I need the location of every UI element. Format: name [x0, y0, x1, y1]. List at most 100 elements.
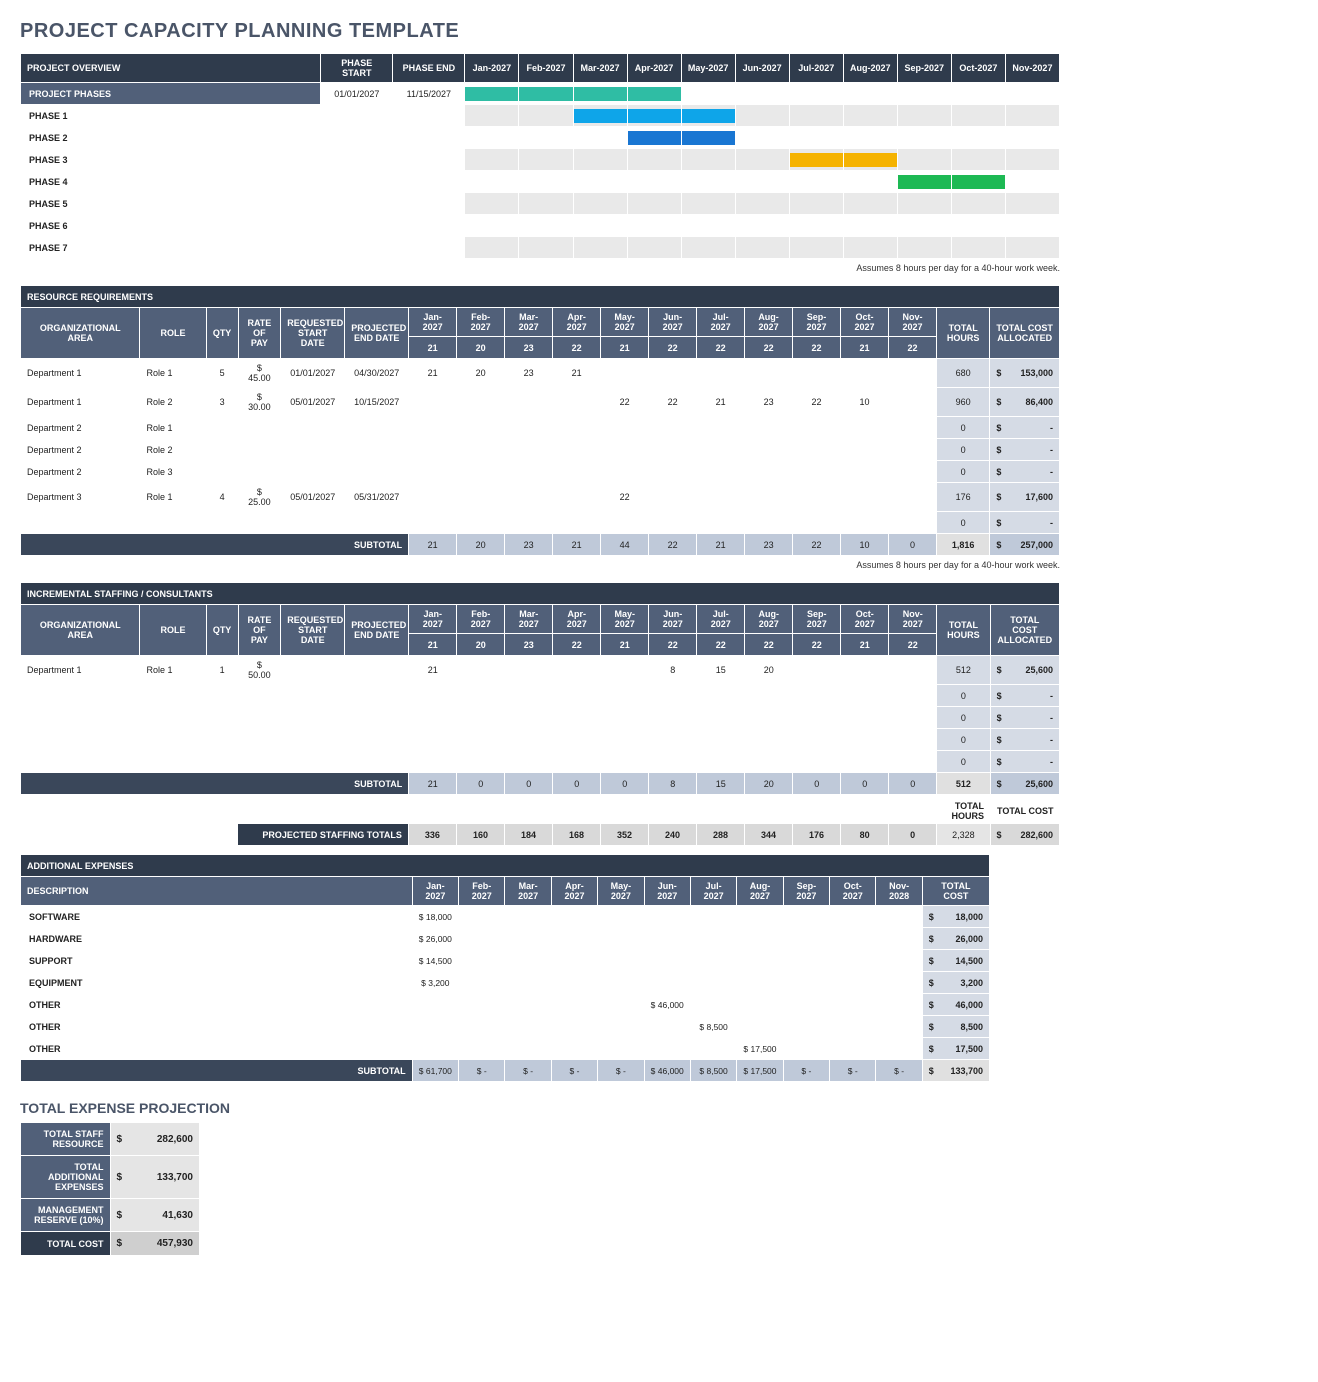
month-header: Aug-2027: [843, 54, 897, 83]
month-cell: [793, 461, 841, 483]
month-cell: [553, 685, 601, 707]
rate-cell: [238, 417, 281, 439]
total-hours-cell: 0: [937, 512, 990, 534]
month-cell: [457, 417, 505, 439]
month-cell: 21: [697, 388, 745, 417]
expense-month: [551, 906, 597, 928]
month-cell: [505, 729, 553, 751]
expense-month: [876, 950, 922, 972]
month-header: Oct-2027: [830, 877, 876, 906]
gantt-cell: [519, 105, 573, 127]
month-cell: [889, 439, 937, 461]
month-cell: [553, 512, 601, 534]
month-header: Jun-2027: [649, 605, 697, 634]
projected-month: 336: [408, 824, 456, 846]
subtotal-month: 15: [697, 773, 745, 795]
assumption-note: Assumes 8 hours per day for a 40-hour wo…: [20, 263, 1060, 273]
total-hours-label: TOTAL HOURS: [937, 799, 990, 824]
expense-month: [876, 972, 922, 994]
month-cell: 20: [457, 359, 505, 388]
col-role: ROLE: [140, 605, 206, 656]
month-cell: [841, 707, 889, 729]
col-rate: RATE OF PAY: [238, 308, 281, 359]
gantt-cell: [735, 193, 789, 215]
qty-cell: 3: [206, 388, 238, 417]
phase-end-cell: [393, 149, 465, 171]
gantt-cell: [843, 237, 897, 259]
gantt-cell: [1005, 237, 1059, 259]
month-header: Jul-2027: [697, 605, 745, 634]
total-hours-cell: 0: [937, 707, 990, 729]
month-cell: [697, 461, 745, 483]
month-cell: [841, 512, 889, 534]
qty-cell: 5: [206, 359, 238, 388]
proj-date-cell: 05/31/2027: [345, 483, 409, 512]
month-header: Feb-2027: [519, 54, 573, 83]
gantt-cell: [897, 193, 951, 215]
req-date-cell: [281, 751, 345, 773]
expense-month: [830, 1038, 876, 1060]
month-header: Jul-2027: [690, 877, 736, 906]
month-subheader: 22: [649, 337, 697, 359]
month-header: Jun-2027: [649, 308, 697, 337]
org-cell: [21, 729, 140, 751]
month-cell: [745, 483, 793, 512]
month-subheader: 22: [649, 634, 697, 656]
month-header: Nov-2027: [889, 308, 937, 337]
subtotal-label: SUBTOTAL: [21, 534, 409, 556]
role-cell: Role 1: [140, 359, 206, 388]
gantt-cell: [951, 193, 1005, 215]
expense-month: [876, 1016, 922, 1038]
expense-desc: OTHER: [21, 1016, 413, 1038]
month-header: Aug-2027: [737, 877, 783, 906]
req-date-cell: [281, 439, 345, 461]
month-cell: [505, 656, 553, 685]
org-cell: [21, 512, 140, 534]
expense-month: [644, 1038, 690, 1060]
month-subheader: 23: [505, 337, 553, 359]
gantt-cell: [627, 127, 681, 149]
month-subheader: 21: [409, 634, 457, 656]
month-cell: 21: [409, 656, 457, 685]
gantt-cell: [627, 237, 681, 259]
month-header: Jan-2027: [465, 54, 519, 83]
gantt-cell: [735, 171, 789, 193]
gantt-cell: [1005, 149, 1059, 171]
month-cell: [697, 483, 745, 512]
proj-date-cell: 04/30/2027: [345, 359, 409, 388]
col-total-cost: TOTAL COST ALLOCATED: [990, 308, 1060, 359]
role-cell: [140, 685, 206, 707]
month-cell: [505, 707, 553, 729]
month-cell: [457, 388, 505, 417]
month-cell: 23: [505, 359, 553, 388]
month-cell: [553, 656, 601, 685]
expense-month: [505, 950, 551, 972]
expense-month: [830, 994, 876, 1016]
month-cell: [745, 707, 793, 729]
phase-row-label: PHASE 5: [21, 193, 321, 215]
month-cell: [553, 417, 601, 439]
month-cell: [505, 388, 553, 417]
expense-month: [690, 994, 736, 1016]
phase-end-cell: [393, 171, 465, 193]
month-cell: [409, 751, 457, 773]
gantt-cell: [465, 237, 519, 259]
total-hours-cell: 512: [937, 656, 990, 685]
projected-month: 176: [793, 824, 841, 846]
req-date-cell: [281, 417, 345, 439]
month-cell: [553, 707, 601, 729]
expense-month: [783, 928, 829, 950]
expense-total: $8,500: [922, 1016, 989, 1038]
proj-date-cell: [345, 439, 409, 461]
gantt-cell: [897, 171, 951, 193]
month-cell: [505, 512, 553, 534]
subtotal-month: 21: [697, 534, 745, 556]
gantt-cell: [735, 215, 789, 237]
proj-date-cell: [345, 685, 409, 707]
subtotal-month: 22: [793, 534, 841, 556]
month-cell: [889, 656, 937, 685]
total-cost-header: TOTAL COST: [922, 877, 989, 906]
expense-month: [459, 1038, 505, 1060]
req-date-cell: [281, 707, 345, 729]
role-cell: [140, 512, 206, 534]
